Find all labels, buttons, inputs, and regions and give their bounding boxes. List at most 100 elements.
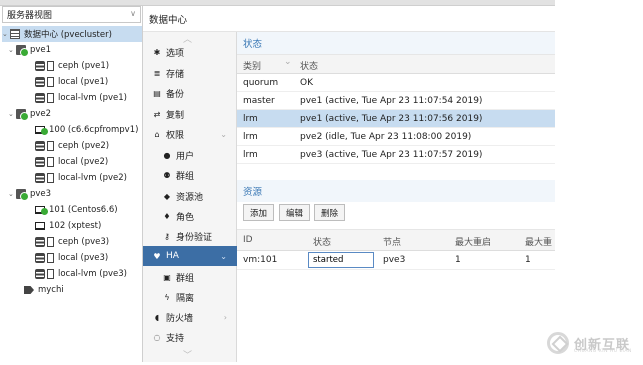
storage-icon <box>47 77 54 87</box>
node-online-icon <box>16 109 29 121</box>
chevron-down-icon[interactable]: ⌄ <box>220 252 227 261</box>
status-row[interactable]: master pve1 (active, Tue Apr 23 11:07:54… <box>237 92 555 110</box>
node-online-icon <box>16 45 29 57</box>
col-id[interactable]: ID <box>243 235 253 245</box>
nav-backup[interactable]: ▤ 备份 <box>143 83 237 103</box>
tree-storage-ceph-pve1[interactable]: ceph (pve1) <box>35 58 109 74</box>
storage-icon <box>35 173 45 183</box>
collapse-toggle-icon[interactable]: ⌄ <box>8 190 14 198</box>
nav-groups[interactable]: ⚉ 群组 <box>143 165 237 185</box>
col-type[interactable]: 类别 <box>243 59 261 72</box>
tree-item-label: mychi <box>38 285 64 295</box>
tree-vm-100[interactable]: 100 (c6.6cpfrompv1) <box>35 122 138 138</box>
col-node[interactable]: 节点 <box>383 235 401 248</box>
col-status[interactable]: 状态 <box>300 59 318 72</box>
tree-storage-ceph-pve3[interactable]: ceph (pve3) <box>35 234 109 250</box>
add-button[interactable]: 添加 <box>243 204 275 221</box>
tree-storage-local-lvm-pve1[interactable]: local-lvm (pve1) <box>35 90 127 106</box>
nav-storage[interactable]: ≣ 存储 <box>143 63 237 83</box>
tree-item-label: 100 (c6.6cpfrompv1) <box>49 125 139 135</box>
tree-storage-local-lvm-pve3[interactable]: local-lvm (pve3) <box>35 266 127 282</box>
tag-icon <box>24 286 34 294</box>
nav-ha[interactable]: ♥ HA ⌄ <box>143 246 237 266</box>
status-row-selected[interactable]: lrm pve1 (active, Tue Apr 23 11:07:56 20… <box>237 110 555 128</box>
scroll-down-icon[interactable]: ﹀ <box>183 348 192 361</box>
tree-storage-local-pve1[interactable]: local (pve1) <box>35 74 108 90</box>
status-type: lrm <box>243 114 258 124</box>
chevron-down-icon[interactable]: ∨ <box>130 9 136 18</box>
nav-label: HA <box>166 251 179 261</box>
tree-datacenter[interactable]: ⌄ 数据中心 (pvecluster) <box>2 26 142 42</box>
storage-icon <box>47 141 54 151</box>
tree-node-pve1[interactable]: ⌄ pve1 <box>8 42 51 58</box>
database-icon: ≣ <box>153 68 161 78</box>
tree-storage-local-pve2[interactable]: local (pve2) <box>35 154 108 170</box>
remove-button[interactable]: 删除 <box>314 204 346 221</box>
tree-item-label: ceph (pve3) <box>58 237 110 247</box>
tree-vm-102[interactable]: 102 (xptest) <box>35 218 101 234</box>
resource-id: vm:101 <box>243 255 278 265</box>
collapse-toggle-icon[interactable]: ⌄ <box>2 30 8 38</box>
brand-logo-icon <box>547 332 569 354</box>
tree-node-pve2[interactable]: ⌄ pve2 <box>8 106 51 122</box>
sync-icon: ⇄ <box>153 109 161 119</box>
user-icon: ● <box>163 150 171 160</box>
tree-node-pve3[interactable]: ⌄ pve3 <box>8 186 51 202</box>
nav-replication[interactable]: ⇄ 复制 <box>143 104 237 124</box>
nav-label: 资源池 <box>176 192 204 203</box>
page-title: 数据中心 <box>143 6 555 32</box>
col-state[interactable]: 状态 <box>313 235 331 248</box>
server-icon <box>10 29 20 39</box>
storage-icon <box>47 61 54 71</box>
status-row[interactable]: quorum OK <box>237 74 555 92</box>
col-max-restart[interactable]: 最大重启 <box>455 235 491 248</box>
nav-ha-groups[interactable]: ▣ 群组 <box>143 267 237 287</box>
chevron-down-icon[interactable]: ⌄ <box>284 57 292 67</box>
col-max-relocate[interactable]: 最大重 <box>525 235 552 248</box>
tree-storage-local-pve3[interactable]: local (pve3) <box>35 250 108 266</box>
nav-users[interactable]: ● 用户 <box>143 145 237 165</box>
watermark-subtext: CHUANG XIN HU LIAN <box>574 349 632 354</box>
resource-row[interactable]: vm:101 pve3 1 1 <box>237 251 555 270</box>
resources-table-header: ID 状态 节点 最大重启 最大重 <box>237 229 555 251</box>
storage-icon <box>35 269 45 279</box>
collapse-toggle-icon[interactable]: ⌄ <box>8 110 14 118</box>
tree-pool-mychi[interactable]: mychi <box>24 282 64 298</box>
ha-content: 状态 类别 ⌄ 状态 quorum OK master pve1 (active… <box>237 32 555 362</box>
node-online-icon <box>16 189 29 201</box>
nav-pools[interactable]: ◆ 资源池 <box>143 186 237 206</box>
chevron-down-icon[interactable]: ⌄ <box>220 130 227 139</box>
nav-roles[interactable]: ♦ 角色 <box>143 206 237 226</box>
tree-item-label: 102 (xptest) <box>49 221 102 231</box>
nav-support[interactable]: ◌ 支持 <box>143 327 237 347</box>
unlock-icon: ⌂ <box>154 129 160 139</box>
tree-storage-local-lvm-pve2[interactable]: local-lvm (pve2) <box>35 170 127 186</box>
status-row[interactable]: lrm pve2 (idle, Tue Apr 23 11:08:00 2019… <box>237 128 555 146</box>
edit-button[interactable]: 编辑 <box>279 204 311 221</box>
nav-fencing[interactable]: ϟ 隔离 <box>143 287 237 307</box>
server-view-select[interactable]: 服务器视图 ∨ <box>2 6 141 23</box>
vm-running-icon <box>35 206 48 215</box>
watermark-logo: 创新互联 CHUANG XIN HU LIAN <box>547 327 643 359</box>
tree-vm-101[interactable]: 101 (Centos6.6) <box>35 202 118 218</box>
tree-storage-ceph-pve2[interactable]: ceph (pve2) <box>35 138 109 154</box>
tree-node-label: pve2 <box>30 109 52 119</box>
status-row[interactable]: lrm pve3 (active, Tue Apr 23 11:07:57 20… <box>237 146 555 164</box>
nav-authentication[interactable]: ⚷ 身份验证 <box>143 226 237 246</box>
storage-icon <box>35 61 45 71</box>
status-value: pve1 (active, Tue Apr 23 11:07:56 2019) <box>300 114 483 124</box>
object-group-icon: ▣ <box>163 272 171 282</box>
tree-item-label: local-lvm (pve2) <box>58 173 127 183</box>
state-edit-field[interactable] <box>308 252 374 268</box>
nav-label: 隔离 <box>176 293 195 304</box>
collapse-toggle-icon[interactable]: ⌄ <box>8 46 14 54</box>
status-value: pve3 (active, Tue Apr 23 11:07:57 2019) <box>300 150 483 160</box>
nav-options[interactable]: ✱ 选项 <box>143 42 237 62</box>
tree-item-label: ceph (pve2) <box>58 141 110 151</box>
nav-firewall[interactable]: ◖ 防火墙 › <box>143 307 237 327</box>
chevron-right-icon[interactable]: › <box>224 313 227 322</box>
resources-panel-title: 资源 <box>237 180 555 202</box>
nav-permissions[interactable]: ⌂ 权限 ⌄ <box>143 124 237 144</box>
vm-running-icon <box>35 126 48 135</box>
resource-tree: 服务器视图 ∨ ⌄ 数据中心 (pvecluster) ⌄ pve1 ceph … <box>0 6 143 362</box>
